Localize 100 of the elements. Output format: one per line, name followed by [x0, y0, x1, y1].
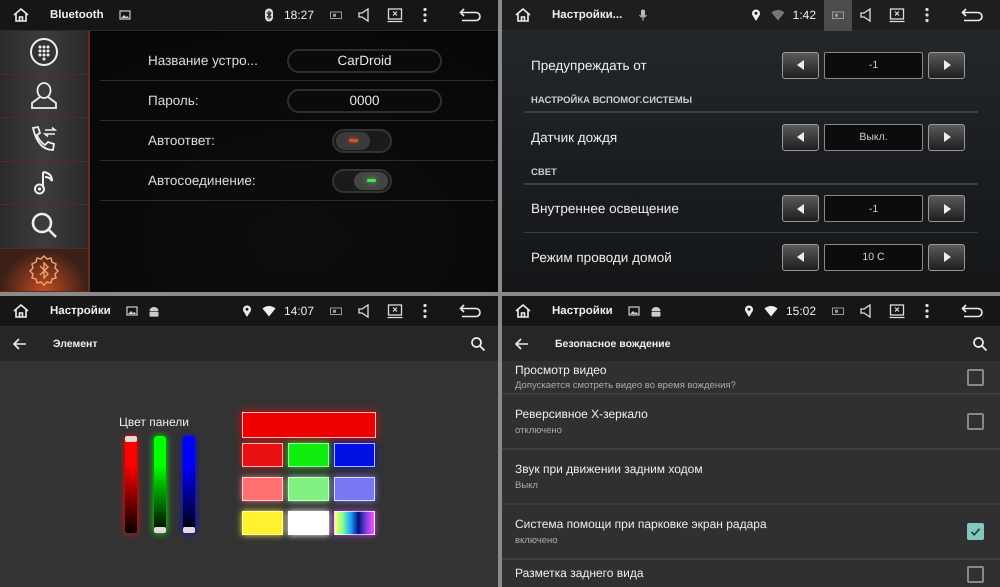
- back-icon[interactable]: [458, 302, 482, 320]
- color-swatch[interactable]: [334, 443, 375, 467]
- setting-summary: Допускается смотреть видео во время вождения?: [515, 380, 737, 391]
- text-field[interactable]: 0000: [287, 88, 442, 112]
- color-swatch[interactable]: [288, 477, 329, 501]
- sidebar-item[interactable]: [0, 162, 88, 205]
- increase-button[interactable]: [928, 124, 965, 150]
- sidebar-item[interactable]: [0, 118, 88, 162]
- home-icon[interactable]: [514, 6, 532, 24]
- setting-label: Автосоединение:: [148, 173, 257, 188]
- home-icon[interactable]: [12, 302, 30, 320]
- color-swatch[interactable]: [242, 443, 283, 467]
- color-swatch[interactable]: [288, 511, 329, 535]
- text-field[interactable]: CarDroid: [287, 48, 442, 72]
- clock: 1:42: [792, 8, 816, 22]
- value-display: -1: [824, 195, 923, 222]
- checkbox[interactable]: [967, 523, 984, 540]
- setting-title: Звук при движении задним ходом: [515, 462, 704, 476]
- color-swatch[interactable]: [288, 443, 329, 467]
- checkbox[interactable]: [967, 368, 984, 386]
- decrease-button[interactable]: [782, 124, 819, 150]
- left-triangle-icon: [794, 202, 806, 214]
- setting-label: Внутреннее освещение: [531, 201, 680, 216]
- sidebar-item[interactable]: [0, 31, 88, 74]
- screen-close-icon[interactable]: [888, 302, 906, 320]
- android-icon: [146, 304, 161, 318]
- toolbar-title: Элемент: [53, 338, 98, 350]
- slider-thumb[interactable]: [183, 527, 195, 533]
- screen-title: Настройки...: [552, 9, 622, 21]
- back-arrow-icon[interactable]: [12, 336, 28, 352]
- setting-label: Пароль:: [148, 93, 200, 108]
- search-icon[interactable]: [470, 336, 486, 352]
- setting-title: Просмотр видео: [515, 363, 608, 377]
- increase-button[interactable]: [928, 195, 965, 222]
- color-swatch[interactable]: [334, 477, 375, 501]
- sidebar-item[interactable]: [0, 74, 88, 118]
- color-swatch[interactable]: [242, 511, 283, 535]
- clock: 15:02: [786, 304, 816, 318]
- image-icon: [124, 304, 139, 318]
- back-icon[interactable]: [960, 6, 984, 24]
- wifi-icon: [262, 304, 276, 318]
- setting-label: Автоответ:: [148, 133, 216, 148]
- back-arrow-icon[interactable]: [514, 336, 530, 352]
- left-triangle-icon: [794, 59, 806, 71]
- screen-title: Настройки: [50, 305, 111, 317]
- toolbar-title: Безопасное вождение: [555, 338, 670, 350]
- image-icon: [626, 304, 641, 318]
- setting-title: Реверсивное X-зеркало: [515, 407, 649, 421]
- decrease-button[interactable]: [782, 195, 819, 222]
- screen-close-icon[interactable]: [386, 302, 404, 320]
- decrease-button[interactable]: [782, 52, 819, 78]
- section-header: НАСТРОЙКА ВСПОМОГ.СИСТЕМЫ: [524, 89, 978, 113]
- value-display: 10 C: [824, 244, 923, 270]
- color-slider[interactable]: [183, 436, 195, 533]
- sidebar-item[interactable]: [0, 205, 88, 248]
- setting-label: Режим проводи домой: [531, 250, 673, 264]
- checkbox[interactable]: [967, 413, 984, 430]
- home-icon[interactable]: [12, 6, 30, 24]
- setting-label: Название устро...: [148, 53, 259, 68]
- clock: 18:27: [284, 8, 314, 22]
- spectrum-swatch[interactable]: [334, 511, 375, 535]
- setting-title: Система помощи при парковке экран радара: [515, 517, 768, 531]
- screen-title: Настройки: [552, 305, 613, 317]
- screen-close-icon[interactable]: [386, 6, 404, 24]
- back-icon[interactable]: [960, 302, 984, 320]
- left-triangle-icon: [794, 251, 806, 263]
- setting-label: Датчик дождя: [531, 130, 618, 144]
- person-icon: [28, 80, 60, 112]
- image-icon: [118, 8, 132, 22]
- checkbox[interactable]: [967, 566, 984, 583]
- setting-summary: включено: [515, 535, 559, 546]
- screen-title: Bluetooth: [50, 9, 104, 21]
- color-swatch[interactable]: [242, 477, 283, 501]
- value-display: -1: [824, 52, 923, 78]
- slider-thumb[interactable]: [125, 436, 137, 442]
- wifi-icon: [764, 304, 778, 318]
- increase-button[interactable]: [928, 244, 965, 270]
- decrease-button[interactable]: [782, 244, 819, 270]
- sidebar-item[interactable]: [0, 248, 88, 292]
- back-icon[interactable]: [458, 6, 482, 24]
- screen-close-icon[interactable]: [888, 6, 906, 24]
- setting-label: Предупреждать от: [531, 58, 648, 72]
- slider-thumb[interactable]: [154, 527, 166, 533]
- setting-summary: Выкл: [515, 480, 539, 491]
- toggle-switch[interactable]: [332, 168, 392, 192]
- section-header: СВЕТ: [524, 161, 978, 185]
- search-icon[interactable]: [972, 336, 988, 352]
- bluetooth-icon: [28, 254, 60, 286]
- value-display: Выкл.: [824, 124, 923, 150]
- color-slider[interactable]: [125, 436, 137, 533]
- clock: 14:07: [284, 304, 314, 318]
- color-slider[interactable]: [154, 436, 166, 533]
- home-icon[interactable]: [514, 302, 532, 320]
- display-button[interactable]: [824, 0, 852, 30]
- color-label: Цвет панели: [119, 414, 190, 431]
- left-triangle-icon: [794, 131, 806, 143]
- toggle-switch[interactable]: [332, 128, 392, 152]
- setting-summary: отключено: [515, 425, 563, 436]
- android-icon: [648, 304, 663, 318]
- increase-button[interactable]: [928, 52, 965, 78]
